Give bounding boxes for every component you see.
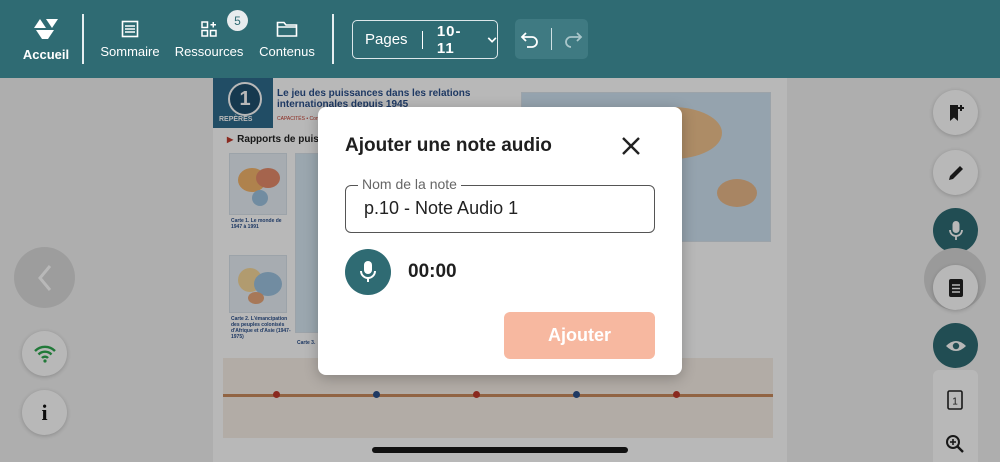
note-name-input[interactable] bbox=[364, 198, 644, 219]
redo-icon[interactable] bbox=[563, 30, 583, 48]
pages-label: Pages bbox=[365, 31, 408, 48]
chevron-down-icon bbox=[487, 36, 497, 43]
home-logo-icon bbox=[34, 18, 58, 39]
divider bbox=[332, 14, 334, 64]
note-name-field: Nom de la note bbox=[345, 176, 655, 233]
ressources-label: Ressources bbox=[174, 43, 244, 59]
recording-timer: 00:00 bbox=[408, 261, 457, 282]
sommaire-label: Sommaire bbox=[100, 43, 160, 59]
horizontal-scrollbar[interactable] bbox=[372, 447, 628, 453]
resources-icon bbox=[201, 20, 217, 37]
record-button[interactable] bbox=[345, 249, 391, 295]
pages-value: 10-11 bbox=[436, 22, 462, 57]
home-button[interactable]: Accueil bbox=[20, 0, 72, 78]
close-icon[interactable] bbox=[618, 133, 644, 159]
divider bbox=[82, 14, 84, 64]
contenus-label: Contenus bbox=[259, 43, 315, 59]
top-bar: Accueil Sommaire Ressources 5 Contenus P… bbox=[0, 0, 1000, 78]
pages-select[interactable]: Pages 10-11 bbox=[352, 20, 498, 59]
ressources-button[interactable]: Ressources 5 bbox=[175, 0, 248, 78]
audio-note-dialog: Ajouter une note audio Nom de la note 00… bbox=[318, 107, 682, 375]
folder-icon bbox=[276, 21, 298, 37]
dialog-title: Ajouter une note audio bbox=[345, 135, 552, 156]
home-label: Accueil bbox=[22, 46, 70, 62]
pages-divider bbox=[421, 30, 423, 49]
add-button[interactable]: Ajouter bbox=[504, 312, 655, 359]
undo-icon[interactable] bbox=[520, 30, 540, 48]
undo-redo-group bbox=[515, 19, 588, 59]
note-name-label: Nom de la note bbox=[358, 176, 461, 192]
sommaire-button[interactable]: Sommaire bbox=[100, 0, 160, 78]
list-icon bbox=[121, 20, 139, 37]
contenus-button[interactable]: Contenus bbox=[259, 0, 315, 78]
undo-redo-divider bbox=[550, 28, 553, 50]
microphone-icon bbox=[360, 261, 376, 282]
ressources-count-badge: 5 bbox=[227, 10, 248, 31]
